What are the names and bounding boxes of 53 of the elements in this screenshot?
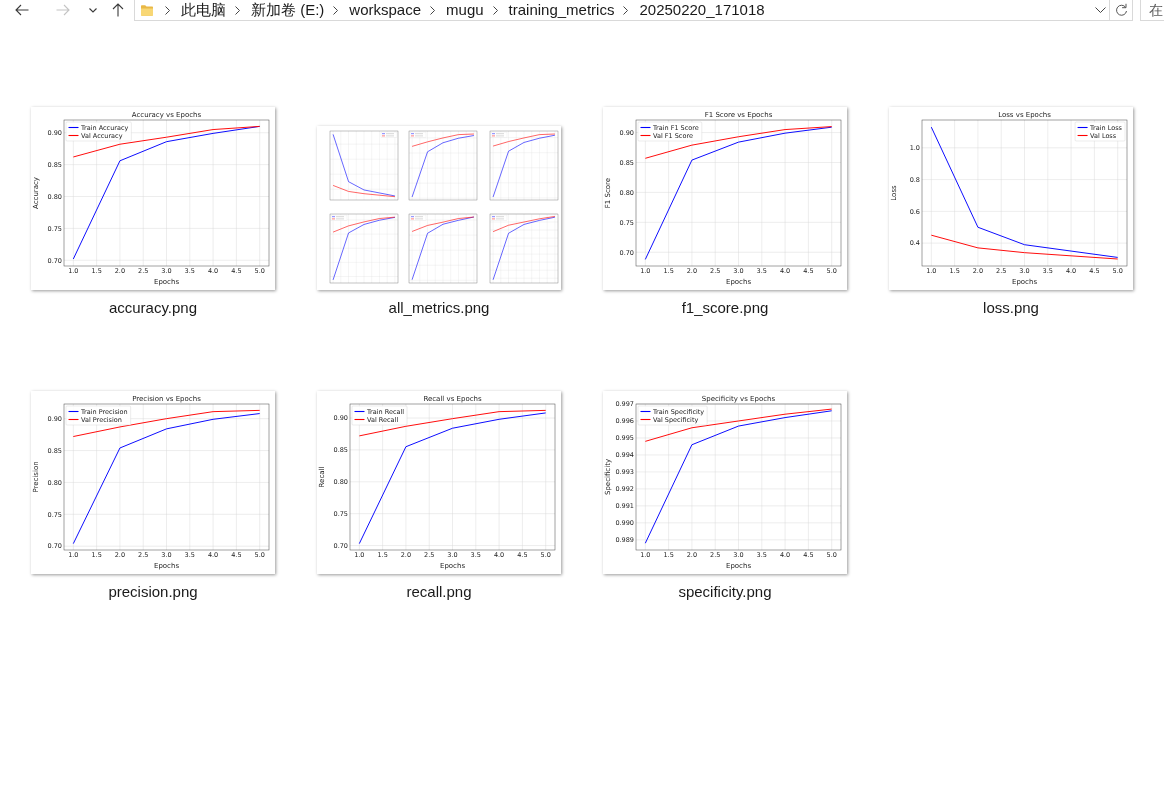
- legend-line-icon: [639, 134, 652, 137]
- chevron-right-icon[interactable]: [333, 5, 339, 15]
- folder-icon: [141, 4, 153, 16]
- chevron-down-icon: [1094, 7, 1106, 13]
- legend-frame: [351, 405, 408, 426]
- legend-line-icon: [67, 410, 80, 413]
- legend-drawing: [380, 131, 398, 138]
- legend-frame: [65, 121, 132, 142]
- breadcrumb-item[interactable]: 新加卷 (E:): [251, 0, 325, 20]
- breadcrumb-item[interactable]: 此电脑: [181, 0, 226, 20]
- charts-grid-thumbnail[interactable]: [317, 126, 561, 290]
- legend-line-icon: [67, 126, 80, 129]
- legend-line-icon: [353, 418, 366, 421]
- legend-drawing: [490, 131, 508, 138]
- legend-line-icon: [1077, 126, 1089, 129]
- search-field[interactable]: 在: [1140, 0, 1164, 21]
- file-name[interactable]: f1_score.png: [681, 299, 769, 317]
- breadcrumb-item[interactable]: workspace: [349, 0, 422, 20]
- chevron-right-icon[interactable]: [623, 5, 629, 15]
- arrow-up-icon: [112, 3, 124, 17]
- breadcrumb-item[interactable]: training_metrics: [508, 0, 615, 20]
- chevron-right-icon[interactable]: [430, 5, 436, 15]
- legend-frame: [637, 121, 702, 142]
- chevron-right-icon[interactable]: [165, 5, 170, 15]
- legend-drawing: [409, 214, 427, 221]
- legend-line-icon: [353, 410, 366, 413]
- breadcrumb-item[interactable]: 20250220_171018: [639, 0, 765, 20]
- legend-line-icon: [639, 410, 652, 413]
- legend-frame: [65, 405, 131, 426]
- file-name[interactable]: all_metrics.png: [388, 299, 490, 317]
- legend-drawing: [490, 214, 508, 221]
- chevron-right-icon[interactable]: [492, 5, 498, 15]
- legend-line-icon: [67, 418, 80, 421]
- legend-frame: [637, 405, 708, 426]
- legend-line-icon: [639, 418, 652, 421]
- file-name[interactable]: recall.png: [406, 583, 472, 601]
- arrow-right-icon: [56, 4, 70, 16]
- legend-line-icon: [639, 126, 652, 129]
- file-name[interactable]: precision.png: [108, 583, 198, 601]
- legend-frame: [1074, 121, 1126, 142]
- legend-line-icon: [67, 134, 80, 137]
- legend-line-icon: [1077, 134, 1089, 137]
- legend-drawing: [330, 214, 348, 221]
- chevron-right-icon[interactable]: [235, 5, 240, 15]
- file-name[interactable]: accuracy.png: [108, 299, 198, 317]
- legend-drawing: [409, 131, 427, 138]
- file-name[interactable]: loss.png: [983, 299, 1039, 317]
- chevron-down-icon: [89, 7, 97, 13]
- address-bar[interactable]: 此电脑 新加卷 (E:) workspace mugu training_metrics 20250220_171018: [134, 0, 1133, 21]
- arrow-left-icon: [15, 4, 29, 16]
- breadcrumb-item[interactable]: mugu: [446, 0, 484, 20]
- file-name[interactable]: specificity.png: [678, 583, 772, 601]
- refresh-icon: [1114, 3, 1128, 17]
